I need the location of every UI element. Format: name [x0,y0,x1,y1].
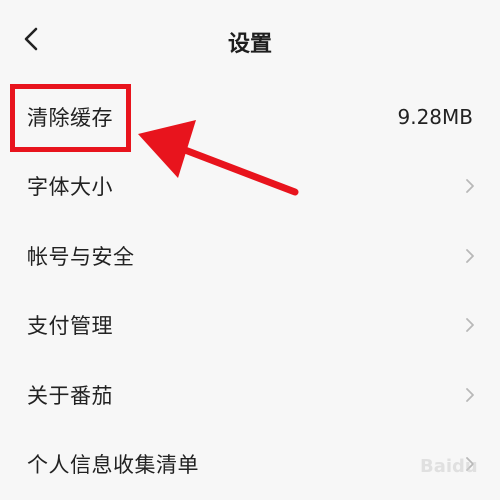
settings-item-label: 关于番茄 [27,383,113,408]
chevron-right-icon [464,248,476,264]
settings-item-payment[interactable]: 支付管理 [0,291,500,361]
top-bar: 设置 [0,0,500,82]
settings-screen: 设置 清除缓存 9.28MB 字体大小 帐号与安全 支付管理 关于番茄 个人信息… [0,0,500,500]
cache-size-value: 9.28MB [397,104,473,129]
settings-item-account-security[interactable]: 帐号与安全 [0,221,500,291]
settings-item-font-size[interactable]: 字体大小 [0,152,500,222]
highlight-box [10,84,131,152]
settings-item-label: 支付管理 [27,314,113,339]
chevron-right-icon [464,178,476,194]
watermark-text: Baidu [420,456,478,477]
baidu-paw-logo: Baidu [420,452,490,480]
settings-item-label: 个人信息收集清单 [27,453,199,478]
page-title: 设置 [227,32,272,57]
settings-item-label: 帐号与安全 [27,244,135,269]
chevron-right-icon [464,317,476,333]
settings-item-about[interactable]: 关于番茄 [0,360,500,430]
chevron-right-icon [464,387,476,403]
settings-item-label: 字体大小 [27,175,113,200]
